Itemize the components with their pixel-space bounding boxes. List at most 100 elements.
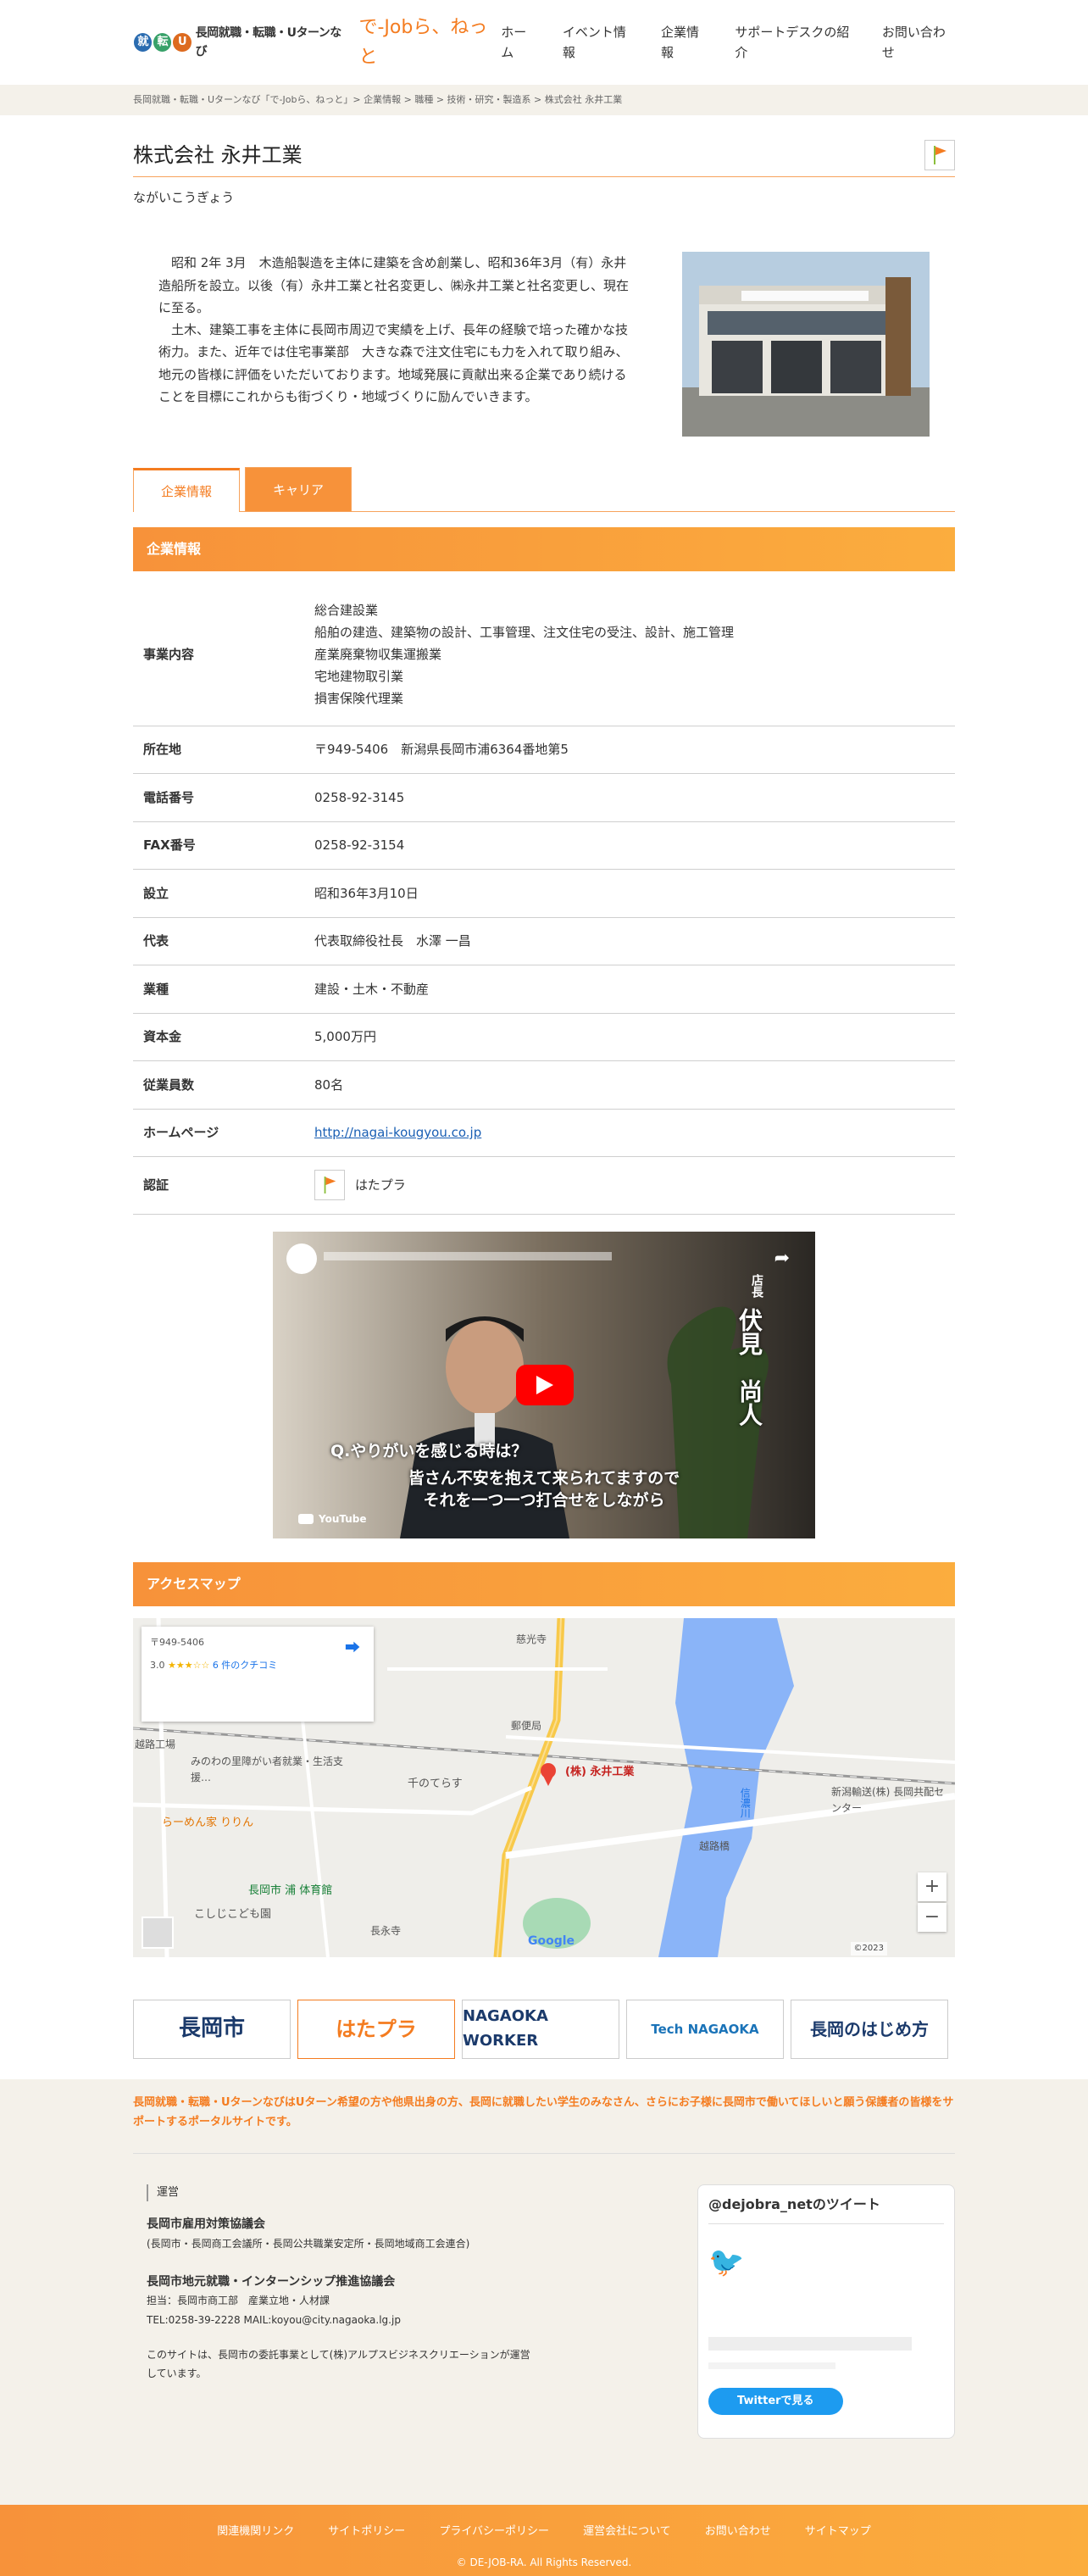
- copyright: © DE-JOB-RA. All Rights Reserved.: [456, 2556, 632, 2568]
- map-label: 信濃川: [739, 1787, 752, 1818]
- banner-nagaoka-city[interactable]: 長岡市: [133, 1999, 291, 2059]
- site-header: 就転U 長岡就職・転職・Uターンなび で-Jobら、ねっと ホーム イベント情報…: [133, 0, 955, 85]
- video-person-title: 店長: [750, 1273, 763, 1298]
- map-label: 長永寺: [370, 1924, 402, 1937]
- map-label: こしじこども園: [194, 1907, 272, 1921]
- map-marker-label[interactable]: (株) 永井工業: [565, 1764, 634, 1782]
- hatapura-flag-icon: [924, 140, 955, 171]
- video-question: Q.やりがいを感じる時は？: [330, 1441, 528, 1460]
- nav-events[interactable]: イベント情報: [563, 22, 636, 63]
- google-logo: Google: [528, 1933, 575, 1948]
- section-heading-company-info: 企業情報: [133, 527, 955, 572]
- site-logo[interactable]: 就転U 長岡就職・転職・Uターンなび で-Jobら、ねっと: [133, 13, 501, 72]
- company-tabs: 企業情報 キャリア: [133, 467, 955, 513]
- map-label: 郵便局: [511, 1719, 542, 1732]
- map-label: 千のてらす: [408, 1777, 463, 1790]
- access-map[interactable]: 〒949-5406 3.0 ★★★☆☆ 6 件のクチコミ ⮕ (株) 永井工業 …: [133, 1617, 955, 1957]
- capital-value: 5,000万円: [314, 1029, 376, 1045]
- certification-name: はたプラ: [355, 1177, 406, 1193]
- table-row: 事業内容 総合建設業 船舶の建造、建築物の設計、工事管理、注文住宅の受注、設計、…: [133, 583, 955, 726]
- intro-text: 昭和 2年 3月 木造船製造を主体に建築を含め創業し、昭和36年3月（有）永井造…: [158, 255, 630, 404]
- footer-link-site-policy[interactable]: サイトポリシー: [328, 2523, 405, 2541]
- breadcrumb[interactable]: 長岡就職・転職・Uターンなび「で-Jobら、ねっと」> 企業情報 > 職種 > …: [133, 85, 955, 115]
- zoom-out-button[interactable]: −: [918, 1902, 946, 1932]
- employees-value: 80名: [314, 1077, 344, 1093]
- nav-contact[interactable]: お問い合わせ: [882, 22, 955, 63]
- main-nav: ホーム イベント情報 企業情報 サポートデスクの紹介 お問い合わせ: [501, 22, 955, 63]
- banner-tech-nagaoka[interactable]: Tech NAGAOKA: [626, 1999, 784, 2059]
- footer-bottom: 関連機関リンク サイトポリシー プライバシーポリシー 運営会社について お問い合…: [0, 2504, 1088, 2576]
- company-reading: ながいこうぎょう: [133, 190, 235, 206]
- footer-link-sitemap[interactable]: サイトマップ: [805, 2523, 871, 2541]
- founded-value: 昭和36年3月10日: [314, 885, 419, 901]
- video-person-name: 伏見 尚人: [736, 1307, 763, 1427]
- nav-home[interactable]: ホーム: [501, 22, 537, 63]
- business-content: 総合建設業 船舶の建造、建築物の設計、工事管理、注文住宅の受注、設計、施工管理 …: [314, 603, 735, 707]
- table-row: 所在地 〒949-5406 新潟県長岡市浦6364番地第5: [133, 726, 955, 774]
- company-building-photo: [682, 252, 930, 437]
- table-row: 従業員数 80名: [133, 1060, 955, 1110]
- nav-companies[interactable]: 企業情報: [661, 22, 709, 63]
- representative-value: 代表取締役社長 水澤 一昌: [314, 933, 471, 949]
- twitter-view-button[interactable]: Twitterで見る: [708, 2387, 843, 2416]
- nav-support-desk[interactable]: サポートデスクの紹介: [735, 22, 857, 63]
- map-info-card: 〒949-5406 3.0 ★★★☆☆ 6 件のクチコミ ⮕: [142, 1626, 374, 1722]
- twitter-timeline[interactable]: @dejobra_netのツイート 🐦 Twitterで見る: [697, 2184, 955, 2439]
- company-intro: 昭和 2年 3月 木造船製造を主体に建築を含め創業し、昭和36年3月（有）永井造…: [133, 252, 955, 437]
- table-row: 認証 はたプラ: [133, 1156, 955, 1215]
- homepage-link[interactable]: http://nagai-kougyou.co.jp: [314, 1125, 481, 1140]
- youtube-logo[interactable]: YouTube: [298, 1511, 367, 1527]
- breadcrumb-bar: 長岡就職・転職・Uターンなび「で-Jobら、ねっと」> 企業情報 > 職種 > …: [0, 85, 1088, 115]
- video-caption-2: それを一つ一つ打合せをしながら: [423, 1490, 665, 1510]
- page-title: 株式会社 永井工業: [133, 143, 303, 167]
- map-label: 越路橋: [699, 1839, 730, 1852]
- table-row: ホームページ http://nagai-kougyou.co.jp: [133, 1109, 955, 1157]
- map-copyright: ©2023: [850, 1941, 887, 1956]
- address-value: 〒949-5406 新潟県長岡市浦6364番地第5: [314, 742, 569, 758]
- directions-icon[interactable]: ⮕: [345, 1637, 360, 1661]
- banner-nagaoka-worker[interactable]: NAGAOKA WORKER: [462, 1999, 619, 2059]
- map-label: 新潟輸送(株) 長岡共配センター: [831, 1785, 945, 1815]
- map-label: みのわの里障がい者就業・生活支援…: [191, 1755, 344, 1784]
- footer-link-privacy[interactable]: プライバシーポリシー: [439, 2523, 549, 2541]
- map-label: らーめん家 りりん: [162, 1816, 254, 1829]
- table-row: 業種 建設・土木・不動産: [133, 965, 955, 1014]
- footer-lead: 長岡就職・転職・UターンなびはUターン希望の方や他県出身の方、長岡に就職したい学…: [133, 2093, 955, 2154]
- logo-text: 就転U 長岡就職・転職・Uターンなび: [133, 24, 347, 62]
- footer-links: 関連機関リンク サイトポリシー プライバシーポリシー 運営会社について お問い合…: [0, 2505, 1088, 2541]
- share-icon[interactable]: ➦: [774, 1243, 790, 1273]
- hatapura-icon: [314, 1169, 345, 1200]
- footer-link-contact[interactable]: お問い合わせ: [705, 2523, 771, 2541]
- phone-value: 0258-92-3145: [314, 789, 405, 805]
- table-row: FAX番号 0258-92-3154: [133, 821, 955, 870]
- company-info-table: 事業内容 総合建設業 船舶の建造、建築物の設計、工事管理、注文住宅の受注、設計、…: [133, 583, 955, 1215]
- twitter-bird-icon: 🐦: [708, 2245, 745, 2280]
- section-heading-access-map: アクセスマップ: [133, 1561, 955, 1606]
- logo-subtitle: で-Jobら、ねっと: [358, 16, 488, 68]
- tab-career[interactable]: キャリア: [245, 467, 352, 512]
- footer: 長岡就職・転職・UターンなびはUターン希望の方や他県出身の方、長岡に就職したい学…: [0, 2078, 1088, 2505]
- tab-company-info[interactable]: 企業情報: [133, 468, 240, 513]
- partner-banners: 長岡市 はたプラ NAGAOKA WORKER Tech NAGAOKA 長岡の…: [133, 1999, 955, 2059]
- table-row: 代表 代表取締役社長 水澤 一昌: [133, 917, 955, 965]
- row-label: 事業内容: [143, 647, 195, 663]
- fax-value: 0258-92-3154: [314, 837, 405, 854]
- table-row: 電話番号 0258-92-3145: [133, 773, 955, 822]
- map-type-toggle[interactable]: [142, 1916, 174, 1949]
- company-title-row: 株式会社 永井工業: [133, 139, 955, 178]
- map-reviews-link[interactable]: 6 件のクチコミ: [213, 1660, 278, 1671]
- map-label: 長岡市 浦 体育館: [248, 1883, 333, 1897]
- youtube-video-embed[interactable]: ➦ 伏見 尚人 店長 Q.やりがいを感じる時は？ 皆さん不安を抱えて来られてます…: [273, 1231, 815, 1538]
- map-label: 越路工場: [135, 1738, 176, 1750]
- operator-info: 運営 長岡市雇用対策協議会 (長岡市・長岡商工会議所・長岡公共職業安定所・長岡地…: [133, 2184, 540, 2439]
- footer-link-related[interactable]: 関連機関リンク: [217, 2523, 294, 2541]
- zoom-in-button[interactable]: +: [918, 1872, 946, 1901]
- banner-nagaoka-hajimekata[interactable]: 長岡のはじめ方: [791, 1999, 948, 2059]
- banner-hatapura[interactable]: はたプラ: [297, 1999, 455, 2059]
- industry-value: 建設・土木・不動産: [314, 981, 430, 997]
- footer-link-operator[interactable]: 運営会社について: [583, 2523, 671, 2541]
- video-play-button[interactable]: [516, 1364, 574, 1405]
- table-row: 資本金 5,000万円: [133, 1013, 955, 1061]
- map-label: 慈光寺: [516, 1633, 547, 1645]
- table-row: 設立 昭和36年3月10日: [133, 869, 955, 918]
